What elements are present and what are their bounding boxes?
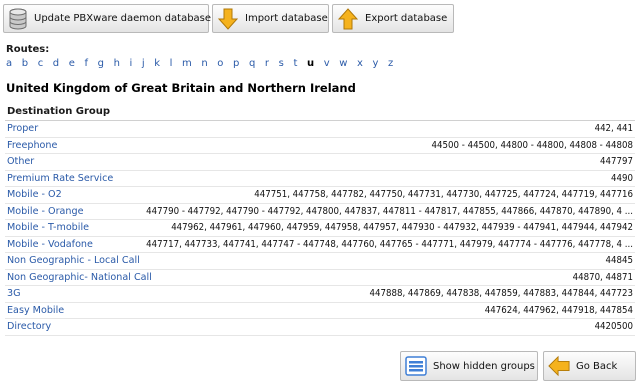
destination-group-link[interactable]: Mobile - Vodafone: [5, 239, 93, 250]
table-row: 3G 447888, 447869, 447838, 447859, 447883…: [5, 286, 635, 303]
show-hidden-groups-label: Show hidden groups: [433, 360, 535, 372]
route-letter-n[interactable]: n: [201, 58, 207, 69]
route-letter-o[interactable]: o: [217, 58, 223, 69]
table-row: Mobile - Vodafone 447717, 447733, 447741,…: [5, 237, 635, 253]
show-hidden-groups-button[interactable]: Show hidden groups: [400, 351, 538, 381]
route-letter-d[interactable]: d: [53, 58, 59, 69]
destination-group-link[interactable]: Premium Rate Service: [5, 173, 113, 184]
go-back-label: Go Back: [576, 360, 618, 372]
route-letter-w[interactable]: w: [339, 58, 347, 69]
route-letter-p[interactable]: p: [233, 58, 239, 69]
go-back-button[interactable]: Go Back: [543, 351, 636, 381]
import-database-label: Import database: [245, 13, 328, 24]
table-row: Easy Mobile 447624, 447962, 447918, 44785…: [5, 303, 635, 319]
destination-codes: 44845: [605, 255, 633, 267]
destination-codes: 44500 - 44500, 44800 - 44800, 44808 - 44…: [431, 139, 633, 151]
destination-codes: 447790 - 447792, 447790 - 447792, 447800…: [146, 205, 633, 217]
route-letter-h[interactable]: h: [114, 58, 120, 69]
update-database-label: Update PBXware daemon database: [34, 13, 212, 24]
update-database-button[interactable]: Update PBXware daemon database: [3, 4, 211, 33]
route-letter-l[interactable]: l: [170, 58, 173, 69]
table-row: Mobile - Orange 447790 - 447792, 447790 -…: [5, 204, 635, 220]
destination-codes: 442, 441: [594, 123, 633, 135]
destination-group-link[interactable]: Other: [5, 156, 34, 167]
destination-group-link[interactable]: 3G: [5, 288, 21, 299]
table-row: Mobile - T-mobile 447962, 447961, 447960,…: [5, 220, 635, 237]
arrow-up-icon: [337, 7, 359, 30]
route-letter-f[interactable]: f: [84, 58, 88, 69]
route-letter-g[interactable]: g: [98, 58, 104, 69]
destination-codes: 44870, 44871: [572, 271, 633, 283]
route-letter-b[interactable]: b: [22, 58, 28, 69]
destination-group-link[interactable]: Mobile - T-mobile: [5, 222, 89, 233]
table-body: Proper 442, 441 Freephone 44500 - 44500, 44…: [5, 121, 635, 336]
table-row: Directory 4420500: [5, 319, 635, 336]
export-database-button[interactable]: Export database: [332, 4, 454, 33]
route-letter-x[interactable]: x: [357, 58, 363, 69]
destination-group-link[interactable]: Non Geographic - Local Call: [5, 255, 140, 266]
table-row: Mobile - O2 447751, 447758, 447782, 44775…: [5, 187, 635, 204]
destination-codes: 447751, 447758, 447782, 447750, 447731, …: [254, 189, 633, 201]
route-letter-t[interactable]: t: [293, 58, 297, 69]
route-letter-m[interactable]: m: [182, 58, 192, 69]
table-row: Non Geographic - Local Call 44845: [5, 253, 635, 270]
destination-codes: 447888, 447869, 447838, 447859, 447883, …: [369, 288, 633, 300]
table-row: Proper 442, 441: [5, 121, 635, 138]
destination-group-link[interactable]: Directory: [5, 321, 51, 332]
destination-group-link[interactable]: Proper: [5, 123, 38, 134]
route-letter-v[interactable]: v: [324, 58, 330, 69]
destination-group-link[interactable]: Non Geographic- National Call: [5, 272, 152, 283]
route-letter-s[interactable]: s: [279, 58, 284, 69]
route-letter-z[interactable]: z: [388, 58, 393, 69]
table-row: Premium Rate Service 4490: [5, 171, 635, 187]
route-letter-c[interactable]: c: [38, 58, 44, 69]
destination-codes: 447717, 447733, 447741, 447747 - 447748,…: [146, 238, 633, 250]
destination-codes: 4490: [611, 172, 633, 184]
destination-codes: 447624, 447962, 447918, 447854: [484, 304, 633, 316]
destination-group-table: Destination Group Proper 442, 441 Freephon…: [5, 104, 635, 336]
database-icon: [8, 8, 28, 30]
route-letter-j[interactable]: j: [142, 58, 145, 69]
route-letter-q[interactable]: q: [249, 58, 255, 69]
list-icon: [405, 355, 427, 377]
table-row: Freephone 44500 - 44500, 44800 - 44800, 4…: [5, 138, 635, 154]
destination-codes: 447797: [600, 156, 633, 168]
route-letter-k[interactable]: k: [154, 58, 160, 69]
export-database-label: Export database: [365, 13, 448, 24]
table-row: Other 447797: [5, 154, 635, 171]
routes-label: Routes:: [6, 44, 50, 55]
destination-group-link[interactable]: Mobile - Orange: [5, 206, 83, 217]
route-letter-u[interactable]: u: [307, 58, 314, 69]
table-row: Non Geographic- National Call 44870, 4487…: [5, 270, 635, 286]
destination-group-link[interactable]: Freephone: [5, 140, 57, 151]
destination-group-link[interactable]: Easy Mobile: [5, 305, 64, 316]
route-letter-e[interactable]: e: [69, 58, 75, 69]
country-title: United Kingdom of Great Britain and Nort…: [6, 81, 356, 95]
arrow-down-icon: [217, 8, 239, 30]
toolbar: Update PBXware daemon database Import da…: [0, 4, 640, 34]
table-header: Destination Group: [5, 104, 635, 121]
destination-codes: 4420500: [594, 321, 633, 333]
import-database-button[interactable]: Import database: [212, 4, 329, 33]
route-letter-a[interactable]: a: [6, 58, 12, 69]
route-letter-y[interactable]: y: [373, 58, 379, 69]
route-letter-r[interactable]: r: [265, 58, 269, 69]
route-letter-i[interactable]: i: [130, 58, 133, 69]
arrow-left-icon: [548, 355, 570, 377]
destination-group-link[interactable]: Mobile - O2: [5, 189, 62, 200]
routes-letter-nav: abcdefghijklmnopqrstuvwxyz: [6, 58, 403, 69]
destination-codes: 447962, 447961, 447960, 447959, 447958, …: [171, 222, 633, 234]
